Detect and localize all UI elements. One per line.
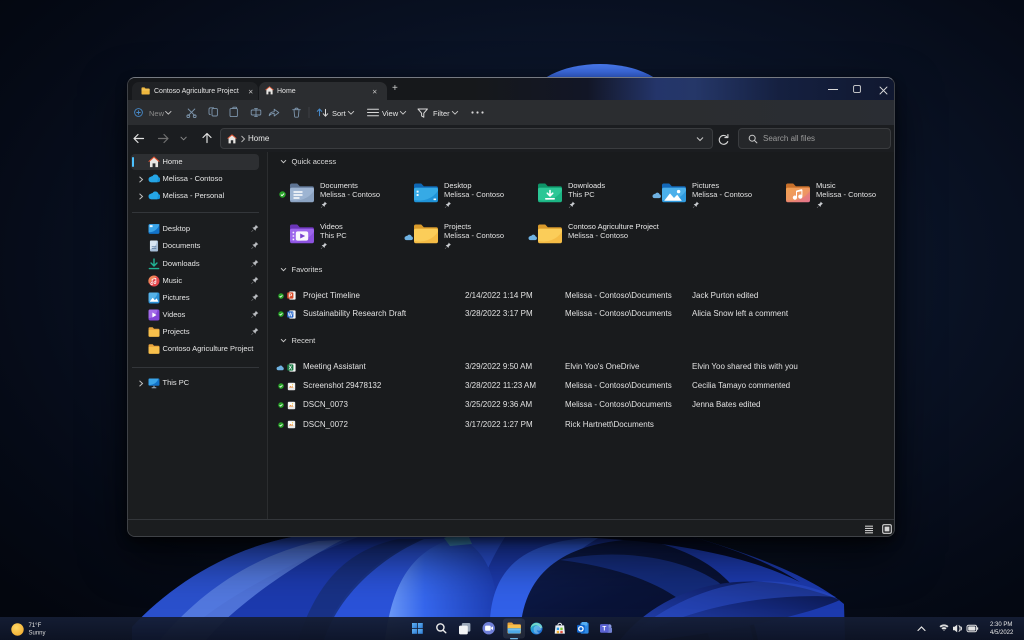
svg-text:W: W (288, 312, 293, 318)
svg-text:P: P (288, 293, 292, 299)
svg-text:71°F: 71°F (29, 623, 42, 629)
svg-text:Sunny: Sunny (29, 631, 46, 637)
svg-text:X: X (289, 365, 293, 371)
svg-text:T: T (602, 626, 606, 633)
